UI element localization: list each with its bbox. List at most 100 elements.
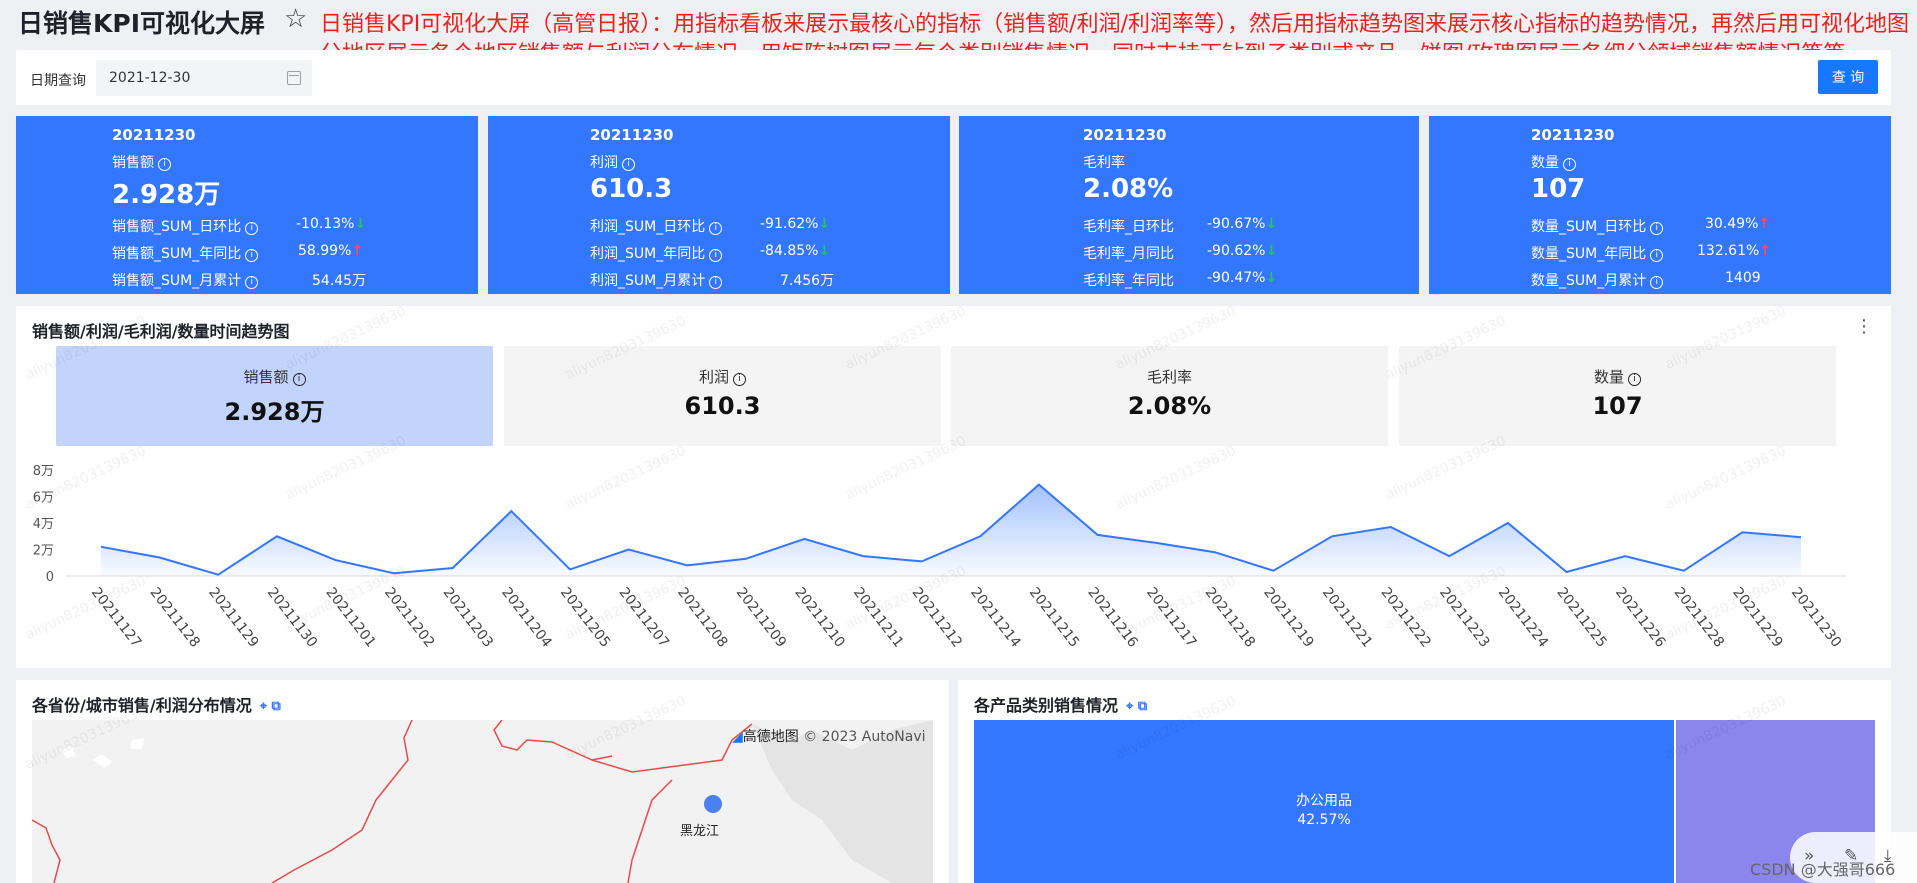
calendar-icon[interactable]: [287, 71, 301, 85]
query-button[interactable]: 查 询: [1818, 60, 1878, 94]
y-tick-label: 8万: [33, 464, 54, 479]
credit-text: CSDN @大强哥666: [1750, 860, 1896, 879]
date-filter-label: 日期查询: [30, 73, 86, 89]
x-tick-label: 20211226: [1612, 585, 1669, 651]
info-icon[interactable]: i: [1650, 222, 1664, 235]
kpi-card-profit: 20211230 利润 i 610.3 利润_SUM_日环比 i -91.62%↓ …: [488, 116, 950, 294]
x-tick-label: 20211211: [850, 585, 906, 651]
x-tick-label: 20211225: [1553, 585, 1609, 651]
x-tick-label: 20211215: [1026, 585, 1082, 651]
trend-panel-title: 销售额/利润/毛利润/数量时间趋势图: [32, 322, 290, 341]
arrow-down-icon: ↓: [818, 243, 831, 259]
more-icon[interactable]: ⋮: [1855, 316, 1873, 337]
kpi-value: 107: [1531, 174, 1586, 204]
info-icon[interactable]: i: [1650, 276, 1664, 289]
info-icon[interactable]: i: [245, 222, 259, 235]
tab-sales[interactable]: 销售额 i 2.928万: [56, 346, 493, 446]
kpi-card-sales: 20211230 销售额 i 2.928万 销售额_SUM_日环比 i -10.13…: [16, 116, 478, 294]
kpi-label: 销售额 i: [112, 152, 171, 172]
map-canvas[interactable]: 黑龙江 ◢高德地图 © 2023 AutoNavi: [32, 720, 933, 883]
x-tick-label: 20211216: [1084, 585, 1141, 651]
x-tick-label: 20211204: [498, 585, 555, 651]
x-tick-label: 20211203: [440, 585, 496, 651]
info-icon[interactable]: i: [733, 373, 746, 386]
tab-margin[interactable]: 毛利率 2.08%: [951, 346, 1388, 446]
kpi-label: 毛利率: [1083, 155, 1125, 171]
treemap-cell-percent: 42.57%: [1297, 812, 1351, 828]
date-picker-input[interactable]: 2021-12-30: [96, 60, 312, 96]
x-tick-label: 20211127: [88, 585, 144, 651]
province-border: [271, 720, 413, 883]
x-tick-label: 20211224: [1495, 585, 1552, 651]
province-border: [493, 720, 613, 761]
x-tick-label: 20211229: [1729, 585, 1785, 651]
star-icon[interactable]: ☆: [284, 4, 307, 34]
map-attribution: ◢高德地图 © 2023 AutoNavi: [732, 729, 926, 745]
y-tick-label: 2万: [33, 544, 54, 559]
info-icon[interactable]: i: [158, 158, 171, 171]
trend-chart[interactable]: 0 2万 4万 6万 8万 20211127 20211128 20211129 202111…: [16, 454, 1891, 666]
info-icon[interactable]: i: [709, 249, 723, 262]
info-icon[interactable]: i: [709, 222, 723, 235]
drill-icon[interactable]: ⌖ ⧉: [1126, 699, 1147, 714]
x-tick-label: 20211219: [1260, 585, 1316, 651]
x-tick-label: 20211221: [1319, 585, 1375, 651]
x-tick-label: 20211202: [381, 585, 437, 651]
treemap-cell-label: 办公用品: [1296, 793, 1352, 809]
treemap-cell-office[interactable]: 办公用品 42.57%: [974, 720, 1674, 883]
page-title: 日销售KPI可视化大屏: [18, 9, 265, 38]
y-tick-label: 6万: [33, 491, 54, 506]
x-tick-label: 20211209: [733, 585, 789, 651]
x-tick-label: 20211217: [1143, 585, 1199, 651]
arrow-down-icon: ↓: [1265, 270, 1278, 286]
kpi-date: 20211230: [590, 126, 674, 144]
kpi-card-margin: 20211230 毛利率 2.08% 毛利率_日环比 -90.67%↓ 毛利率_…: [959, 116, 1419, 294]
x-tick-label: 20211230: [1788, 585, 1844, 651]
map-panel: 各省份/城市销售/利润分布情况 ⌖ ⧉ 黑龙江 ◢高德地图 © 2023 Auto…: [16, 680, 949, 883]
info-icon[interactable]: i: [1563, 158, 1576, 171]
kpi-value: 2.928万: [112, 180, 221, 210]
x-tick-label: 20211228: [1671, 585, 1727, 651]
arrow-up-icon: ↑: [1758, 216, 1771, 232]
info-icon[interactable]: i: [709, 276, 723, 289]
x-tick-label: 20211207: [615, 585, 671, 651]
info-icon[interactable]: i: [245, 276, 259, 289]
treemap-panel: 各产品类别销售情况 ⌖ ⧉ 办公用品 42.57%: [958, 680, 1891, 883]
kpi-value: 2.08%: [1083, 174, 1174, 204]
x-tick-label: 20211208: [674, 585, 730, 651]
province-border: [591, 723, 753, 773]
kpi-date: 20211230: [112, 126, 196, 144]
info-icon[interactable]: i: [292, 373, 306, 386]
x-tick-label: 20211223: [1436, 585, 1492, 651]
title-bar: 日销售KPI可视化大屏 ☆ 日销售KPI可视化大屏（高管日报）：用指标看板来展示…: [0, 0, 1917, 67]
info-icon[interactable]: i: [1650, 249, 1664, 262]
x-tick-label: 20211218: [1202, 585, 1258, 651]
x-tick-label: 20211205: [557, 585, 613, 651]
info-icon[interactable]: i: [622, 158, 635, 171]
arrow-down-icon: ↓: [818, 216, 831, 232]
arrow-up-icon: ↑: [1759, 243, 1772, 259]
x-tick-label: 20211212: [909, 585, 965, 651]
info-icon[interactable]: i: [1628, 373, 1641, 386]
kpi-value: 610.3: [590, 174, 673, 204]
x-tick-label: 20211130: [264, 585, 320, 651]
x-tick-label: 20211201: [322, 585, 378, 651]
map-logo-icon: ◢: [732, 729, 743, 745]
arrow-down-icon: ↓: [1265, 243, 1278, 259]
region-marker[interactable]: [704, 795, 722, 813]
map-panel-title: 各省份/城市销售/利润分布情况 ⌖ ⧉: [32, 696, 281, 715]
x-tick-label: 20211128: [146, 585, 202, 651]
filter-bar: 日期查询 2021-12-30: [16, 50, 1891, 105]
region-label: 黑龙江: [680, 824, 720, 839]
arrow-down-icon: ↓: [354, 216, 367, 232]
info-icon[interactable]: i: [245, 249, 259, 262]
tab-quantity[interactable]: 数量 i 107: [1399, 346, 1836, 446]
kpi-date: 20211230: [1531, 126, 1615, 144]
tab-profit[interactable]: 利润 i 610.3: [504, 346, 941, 446]
kpi-label: 利润 i: [590, 152, 635, 172]
arrow-down-icon: ↓: [1265, 216, 1278, 232]
province-border: [627, 779, 673, 883]
drill-icon[interactable]: ⌖ ⧉: [260, 699, 281, 714]
x-tick-label: 20211129: [205, 585, 261, 651]
y-tick-label: 0: [46, 570, 54, 585]
